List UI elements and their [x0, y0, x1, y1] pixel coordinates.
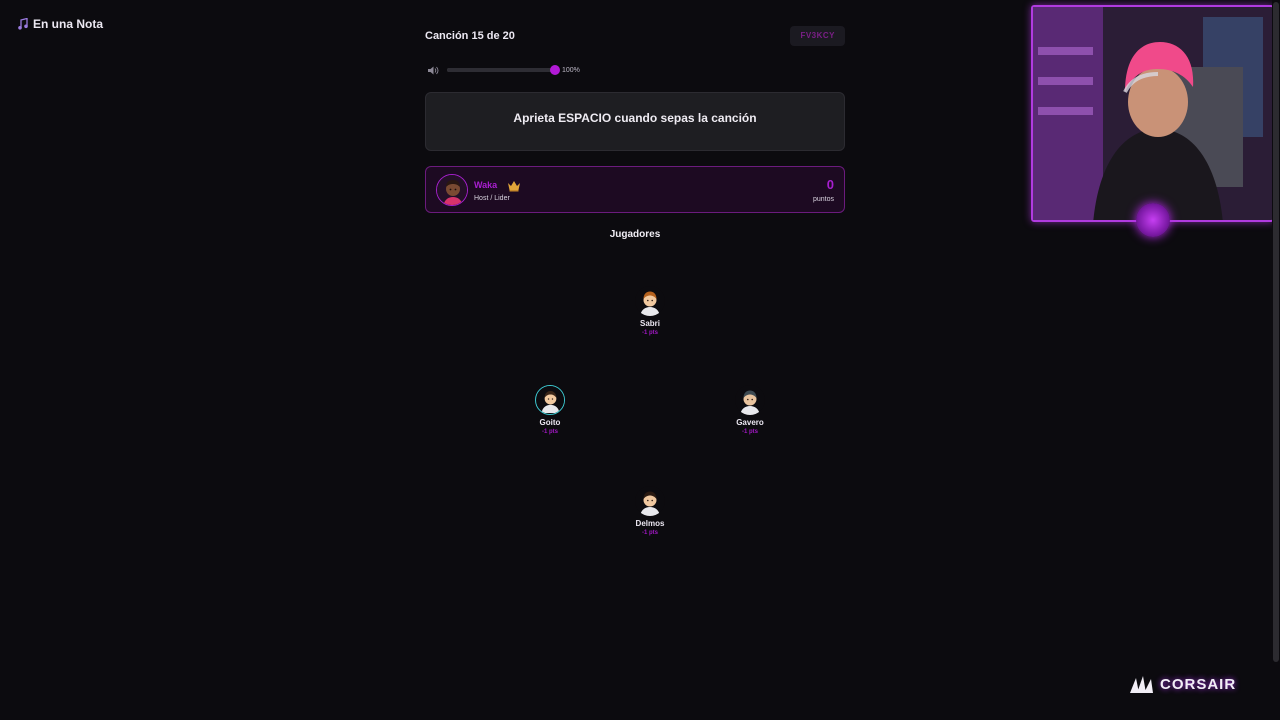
volume-control: 100%	[425, 63, 845, 77]
player-points: -1 pts	[641, 330, 658, 336]
players-title: Jugadores	[609, 229, 661, 240]
speaker-icon[interactable]	[426, 63, 440, 77]
app-title: En una Nota	[33, 17, 104, 31]
sails-icon	[1130, 676, 1153, 693]
host-score-label: puntos	[812, 196, 834, 203]
player-points: -1 pts	[741, 429, 758, 435]
webcam-overlay	[1031, 5, 1274, 222]
player-avatar	[735, 385, 765, 415]
player-name: Delmos	[635, 519, 665, 528]
game-header: Canción 15 de 20 FV3KCY	[425, 26, 845, 46]
sponsor-name: CORSAIR	[1160, 675, 1237, 693]
player-name: Gavero	[736, 418, 764, 427]
song-counter: Canción 15 de 20	[425, 30, 515, 42]
volume-slider-thumb[interactable]	[550, 65, 560, 75]
streamer-badge-icon	[1136, 203, 1170, 237]
room-code-badge[interactable]: FV3KCY	[790, 26, 845, 46]
buzz-prompt-text: Aprieta ESPACIO cuando sepas la canción	[513, 111, 757, 125]
app-brand[interactable]: En una Nota	[17, 17, 103, 31]
music-note-icon	[17, 17, 29, 31]
player-card[interactable]: Goito -1 pts	[515, 385, 585, 435]
player-avatar	[635, 286, 665, 316]
page-scrollbar[interactable]	[1272, 0, 1280, 720]
host-avatar	[436, 174, 468, 206]
player-avatar	[535, 385, 565, 415]
player-points: -1 pts	[541, 429, 558, 435]
volume-percent: 100%	[562, 66, 580, 74]
volume-slider-fill	[447, 68, 555, 72]
crown-icon	[507, 179, 521, 192]
sponsor-logo: CORSAIR	[1128, 670, 1248, 698]
player-name: Sabri	[639, 319, 660, 328]
scrollbar-thumb[interactable]	[1273, 2, 1279, 662]
player-card[interactable]: Gavero -1 pts	[715, 385, 785, 435]
host-role: Host / Lider	[474, 195, 510, 202]
player-points: -1 pts	[641, 530, 658, 536]
host-name: Waka	[474, 180, 498, 190]
host-score: 0	[826, 177, 834, 192]
buzz-prompt[interactable]: Aprieta ESPACIO cuando sepas la canción	[425, 92, 845, 151]
host-card: Waka Host / Lider 0 puntos	[425, 166, 845, 213]
player-name: Goito	[539, 418, 561, 427]
volume-slider[interactable]	[447, 65, 560, 75]
player-card[interactable]: Sabri -1 pts	[615, 286, 685, 336]
player-avatar	[635, 486, 665, 516]
player-card[interactable]: Delmos -1 pts	[615, 486, 685, 536]
